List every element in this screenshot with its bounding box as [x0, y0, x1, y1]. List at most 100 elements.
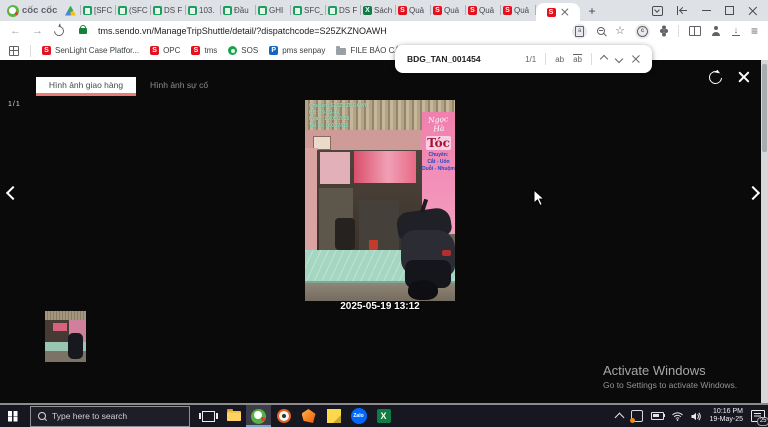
browser-tab[interactable]: SFC_ [291, 0, 326, 21]
split-view-icon[interactable] [688, 26, 701, 36]
find-query-input[interactable]: BDG_TAN_001454 [407, 54, 481, 64]
whole-word-icon[interactable]: ab [573, 54, 582, 64]
bookmark-tms[interactable]: tms [191, 46, 217, 55]
tray-expand-chevron-icon[interactable] [614, 412, 624, 423]
battery-icon[interactable] [650, 412, 666, 420]
notification-badge: 25 [757, 416, 768, 426]
reload-icon[interactable] [51, 23, 67, 39]
tab-incident-images[interactable]: Hình ảnh sự cố [150, 80, 208, 90]
windows-taskbar: Type here to search Zalo X 10:16 PM 19-M… [0, 405, 768, 427]
action-center-button[interactable]: 25 [751, 409, 768, 426]
minimize-icon[interactable] [702, 9, 711, 12]
browser-tab-active[interactable] [536, 3, 580, 21]
maximize-icon[interactable] [725, 6, 734, 15]
browser-tab[interactable]: (SFC [116, 0, 151, 21]
back-icon[interactable]: ← [10, 25, 21, 37]
windows-logo-icon [7, 411, 13, 416]
excel-button[interactable] [371, 405, 396, 427]
find-close-icon[interactable] [631, 55, 640, 64]
tab-label: Quả [514, 6, 530, 15]
activate-windows-subtext: Go to Settings to activate Windows. [603, 380, 738, 390]
google-sheets-icon [258, 6, 267, 15]
reading-mode-icon[interactable] [572, 23, 588, 39]
browser-tab[interactable]: DS F [326, 0, 361, 21]
browser-tab[interactable]: DS F [151, 0, 186, 21]
tab-label: GHI [269, 6, 284, 15]
file-explorer-button[interactable] [221, 405, 246, 427]
modal-close-icon[interactable] [738, 71, 750, 83]
address-bar: ← → tms.sendo.vn/ManageTripShuttle/detai… [0, 21, 768, 41]
rotate-icon[interactable] [706, 68, 725, 87]
taskbar-search-input[interactable]: Type here to search [30, 405, 190, 427]
tab-search-icon[interactable] [652, 5, 663, 16]
zalo-button[interactable]: Zalo [346, 405, 371, 427]
browser-tab[interactable]: Đầu [221, 0, 256, 21]
zalo-icon: Zalo [350, 408, 367, 424]
sendo-icon [468, 6, 477, 15]
find-previous-icon[interactable] [599, 54, 609, 64]
mouse-cursor [533, 189, 545, 207]
browser-tab[interactable]: Quả [396, 0, 431, 21]
taskbar-clock[interactable]: 10:16 PM 19-May-25 [710, 408, 743, 425]
google-sheets-icon [188, 6, 197, 15]
browser-tab[interactable]: [SFC [81, 0, 116, 21]
volume-icon[interactable] [691, 412, 702, 421]
browser-tab[interactable]: Sách [361, 0, 396, 21]
previous-image-chevron[interactable] [5, 185, 21, 201]
coccoc-browser-button[interactable] [246, 405, 271, 427]
tab-close-icon[interactable] [561, 8, 569, 16]
browser-tab[interactable]: 103. [186, 0, 221, 21]
secure-lock-icon[interactable] [79, 24, 87, 34]
bookmark-star-icon[interactable]: ☆ [615, 25, 625, 37]
sos-icon [228, 46, 238, 55]
brand-text: cốc cốc [22, 5, 58, 16]
forward-icon[interactable]: → [32, 25, 43, 37]
extensions-icon[interactable] [659, 29, 664, 33]
browser-tab[interactable]: Quả [501, 0, 536, 21]
photo-thumbnail[interactable] [45, 311, 86, 362]
apps-grid-icon[interactable] [9, 45, 19, 56]
photo-timestamp: 2025-05-19 13:12 [340, 301, 420, 312]
bookmark-opc[interactable]: OPC [150, 46, 180, 55]
browser-tab[interactable]: Quá [431, 0, 466, 21]
match-case-icon[interactable]: ab [555, 55, 564, 64]
bookmark-pms-senpay[interactable]: pms senpay [269, 46, 325, 55]
page-scrollbar-thumb[interactable] [762, 64, 767, 152]
sticky-notes-button[interactable] [321, 405, 346, 427]
browser-tab[interactable]: Quả [466, 0, 501, 21]
find-next-icon[interactable] [614, 54, 624, 64]
bookmark-senlight[interactable]: SenLight Case Platfor... [42, 46, 139, 55]
adblock-shield-icon[interactable] [634, 23, 650, 39]
tab-delivery-images[interactable]: Hình ảnh giao hàng [36, 77, 136, 93]
downloads-icon[interactable] [731, 26, 741, 36]
url-text[interactable]: tms.sendo.vn/ManageTripShuttle/detail/?d… [98, 26, 387, 36]
delivery-photo[interactable]: Ngọc Hà Tóc Chuyên: Cắt - Uốn Duỗi - Nhu… [305, 100, 455, 301]
tab-label: [SFC [94, 6, 113, 15]
next-image-chevron[interactable] [745, 185, 761, 201]
browser-tab-drive[interactable] [63, 0, 81, 21]
app-orange-button[interactable] [296, 405, 321, 427]
profile-icon[interactable] [711, 26, 721, 36]
browser-tab[interactable]: GHI [256, 0, 291, 21]
task-view-button[interactable] [196, 405, 221, 427]
system-tray: 10:16 PM 19-May-25 25 [614, 405, 768, 427]
zoom-out-icon[interactable] [597, 27, 606, 35]
sign-name: Ngọc Hà [427, 114, 449, 134]
screen: cốc cốc [SFC (SFC DS F 103. Đầu GHI SFC_… [0, 0, 768, 427]
wifi-icon[interactable] [671, 411, 683, 421]
session-restore-icon[interactable] [677, 6, 688, 15]
browser-menu-icon[interactable]: ≡ [751, 25, 758, 37]
coccoc-brand[interactable]: cốc cốc [7, 4, 63, 17]
new-tab-button[interactable]: + [584, 3, 600, 19]
sendo-icon [398, 6, 407, 15]
bookmark-sos[interactable]: SOS [228, 46, 258, 55]
tab-label: (SFC [129, 6, 148, 15]
excel-icon [363, 6, 372, 15]
tab-label: 103. [199, 6, 215, 15]
start-button[interactable] [0, 405, 30, 427]
app-orange-ring-button[interactable] [271, 405, 296, 427]
orange-ring-app-icon [276, 409, 291, 423]
photo-inner-wall [320, 152, 350, 184]
tray-app-notification-icon[interactable] [629, 410, 643, 423]
close-window-icon[interactable] [748, 6, 758, 16]
